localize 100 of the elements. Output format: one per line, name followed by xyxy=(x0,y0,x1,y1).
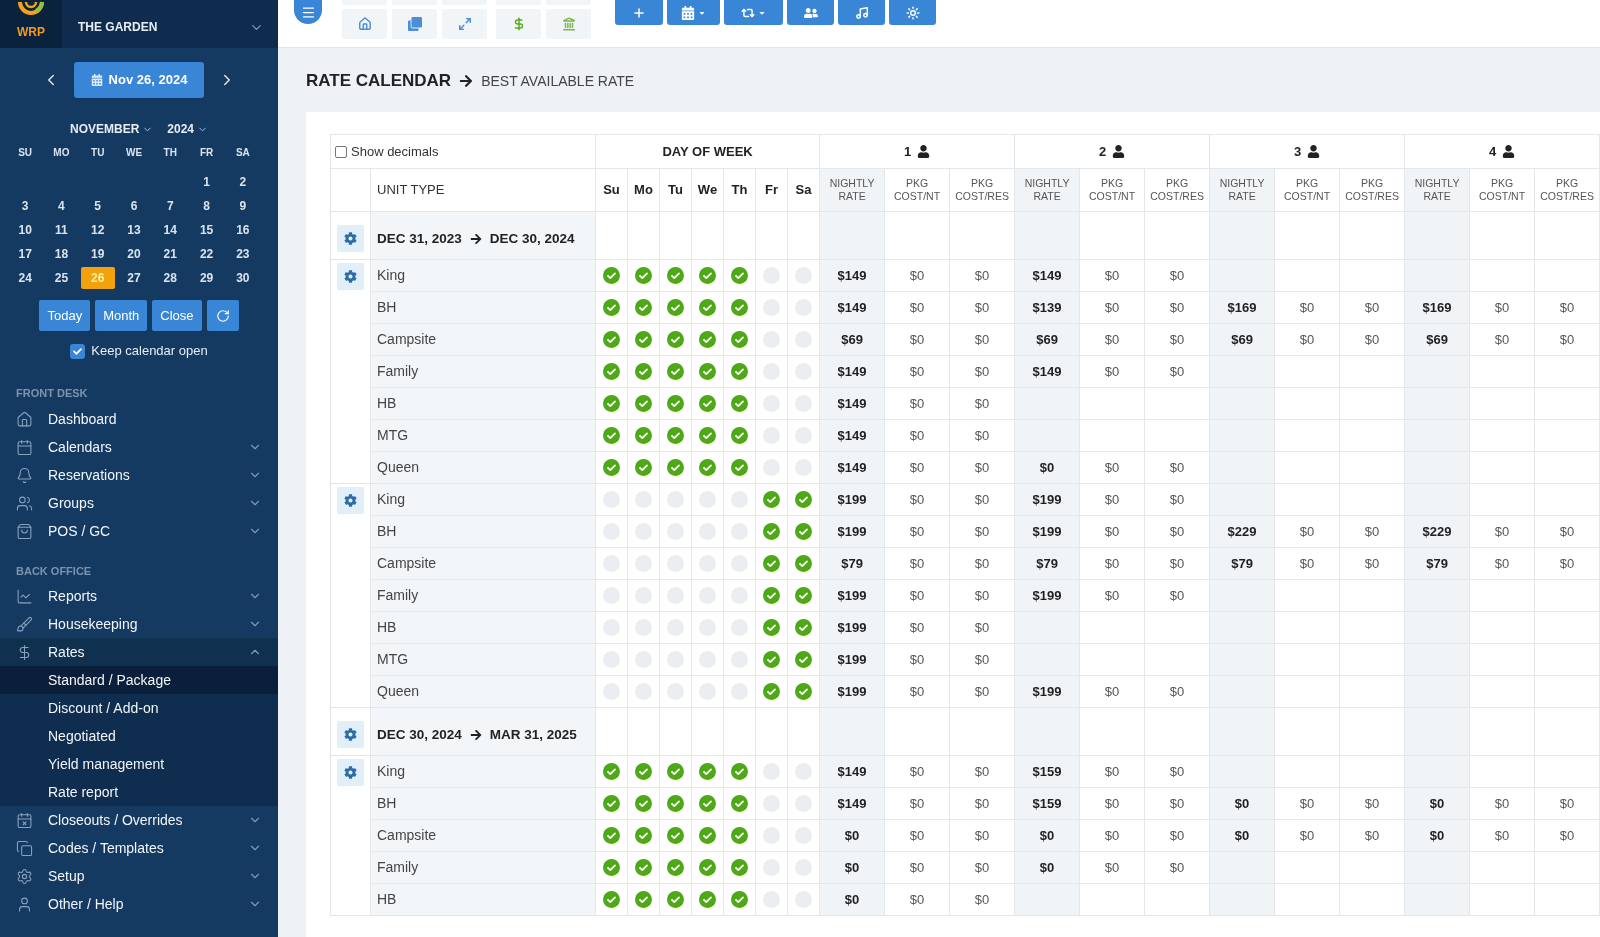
nav-item[interactable]: Groups xyxy=(0,489,278,517)
nav-subitem[interactable]: Discount / Add-on xyxy=(0,694,278,722)
nav-item[interactable]: Rates xyxy=(0,638,278,666)
settings-icon xyxy=(16,867,33,885)
calendar-day[interactable]: 6 xyxy=(117,195,151,217)
nav-subitem[interactable]: Negotiated xyxy=(0,722,278,750)
checkbox-label: Keep calendar open xyxy=(91,342,208,361)
calendar-action-button[interactable]: Today xyxy=(39,300,91,331)
calendar-day[interactable]: 22 xyxy=(189,243,224,265)
calendar-day[interactable]: 12 xyxy=(80,219,115,241)
building-icon xyxy=(561,17,576,31)
rate-cell: $149 xyxy=(819,355,885,388)
rate-cell: $0 xyxy=(949,819,1015,852)
calendar-day[interactable]: 11 xyxy=(44,219,79,241)
nav-subitem[interactable]: Yield management xyxy=(0,750,278,778)
calendar-day[interactable]: 18 xyxy=(44,243,79,265)
rate-cell: $0 xyxy=(1079,579,1145,612)
nav-item[interactable]: Other / Help xyxy=(0,890,278,918)
settings-button[interactable] xyxy=(337,759,364,786)
toolbar-button[interactable] xyxy=(838,0,885,25)
check-icon xyxy=(73,346,83,356)
toolbar-button[interactable] xyxy=(342,9,387,39)
calendar-day[interactable]: 9 xyxy=(225,195,260,217)
calendar-day[interactable]: 13 xyxy=(117,219,151,241)
rate-cell: $0 xyxy=(1144,819,1210,852)
rate-cell: $0 xyxy=(819,851,885,884)
calendar-day[interactable]: 7 xyxy=(153,195,188,217)
rate-cell: $0 xyxy=(1144,755,1210,788)
refresh-button[interactable] xyxy=(206,300,239,331)
calendar-day[interactable]: 24 xyxy=(8,267,43,289)
toolbar-button[interactable] xyxy=(889,0,936,25)
column-header: Sa xyxy=(787,168,820,212)
nav-item[interactable]: Housekeeping xyxy=(0,610,278,638)
toolbar-button[interactable] xyxy=(546,9,591,39)
toolbar-button[interactable] xyxy=(392,9,437,39)
nav-item[interactable]: Codes / Templates xyxy=(0,834,278,862)
rate-cell: $0 xyxy=(1209,819,1275,852)
nav-item[interactable]: Dashboard xyxy=(0,405,278,433)
toolbar-button[interactable] xyxy=(667,0,720,25)
nav-item[interactable]: Closeouts / Overrides xyxy=(0,806,278,834)
rate-cell: $0 xyxy=(1144,259,1210,292)
settings-button[interactable] xyxy=(337,263,364,290)
checkbox[interactable] xyxy=(335,145,347,158)
nav-item[interactable]: Reservations xyxy=(0,461,278,489)
calendar-day[interactable]: 10 xyxy=(8,219,43,241)
column-header: PKG COST/NT xyxy=(1079,168,1145,212)
nav-item[interactable]: POS / GC xyxy=(0,517,278,545)
rate-cell: $169 xyxy=(1209,291,1275,324)
calendar-day[interactable]: 28 xyxy=(153,267,188,289)
nav-item[interactable]: Calendars xyxy=(0,433,278,461)
rate-cell: $0 xyxy=(949,755,1015,788)
month-select[interactable]: NOVEMBER xyxy=(69,120,154,138)
calendar-day[interactable]: 4 xyxy=(44,195,79,217)
nav-subitem[interactable]: Standard / Package xyxy=(0,666,278,694)
unit-type-cell: BH xyxy=(370,787,596,820)
nav-item[interactable]: Setup xyxy=(0,862,278,890)
toolbar-button[interactable] xyxy=(496,9,541,39)
calendar-day[interactable]: 21 xyxy=(153,243,188,265)
rate-cell: $149 xyxy=(819,787,885,820)
calendar-icon xyxy=(681,5,695,20)
calendar-day[interactable]: 29 xyxy=(189,267,224,289)
calendar-day[interactable]: 17 xyxy=(8,243,43,265)
menu-icon xyxy=(300,4,316,20)
menu-button[interactable] xyxy=(294,0,322,24)
bell-icon xyxy=(16,466,33,484)
nav-subitem[interactable]: Rate report xyxy=(0,778,278,806)
settings-button[interactable] xyxy=(337,225,364,252)
calendar-day[interactable]: 16 xyxy=(225,219,260,241)
rate-cell: $0 xyxy=(949,579,1015,612)
calendar-day[interactable]: 25 xyxy=(44,267,79,289)
calendar-day[interactable]: 8 xyxy=(189,195,224,217)
calendar-day[interactable]: 14 xyxy=(153,219,188,241)
calendar-day[interactable]: 23 xyxy=(225,243,260,265)
toolbar-button[interactable] xyxy=(724,0,783,25)
calendar-day[interactable]: 19 xyxy=(80,243,115,265)
toolbar-button[interactable] xyxy=(787,0,834,25)
calendar-day[interactable]: 5 xyxy=(80,195,115,217)
calendar-day[interactable]: 1 xyxy=(189,171,224,193)
date-button[interactable]: Nov 26, 2024 xyxy=(74,62,204,98)
calendar-day[interactable]: 15 xyxy=(189,219,224,241)
occupancy-label: 4 xyxy=(1488,142,1497,161)
toolbar-button[interactable] xyxy=(615,0,663,25)
checkbox[interactable] xyxy=(70,343,86,359)
calendar-day[interactable]: 27 xyxy=(117,267,151,289)
rate-cell: $0 xyxy=(884,483,950,516)
settings-button[interactable] xyxy=(337,721,364,748)
rate-cell: $0 xyxy=(1079,291,1145,324)
calendar-day[interactable]: 20 xyxy=(117,243,151,265)
calendar-action-button[interactable]: Month xyxy=(95,300,148,331)
calendar-action-button[interactable]: Close xyxy=(152,300,202,331)
calendar-day[interactable]: 30 xyxy=(225,267,260,289)
year-select[interactable]: 2024 xyxy=(167,120,208,138)
settings-button[interactable] xyxy=(337,487,364,514)
nav-item[interactable]: Reports xyxy=(0,582,278,610)
column-header: Tu xyxy=(659,168,692,212)
users-icon xyxy=(803,5,818,20)
calendar-day[interactable]: 2 xyxy=(225,171,260,193)
calendar-day[interactable]: 3 xyxy=(8,195,43,217)
toolbar-button[interactable] xyxy=(442,9,487,39)
property-select[interactable]: THE GARDEN xyxy=(62,0,278,48)
